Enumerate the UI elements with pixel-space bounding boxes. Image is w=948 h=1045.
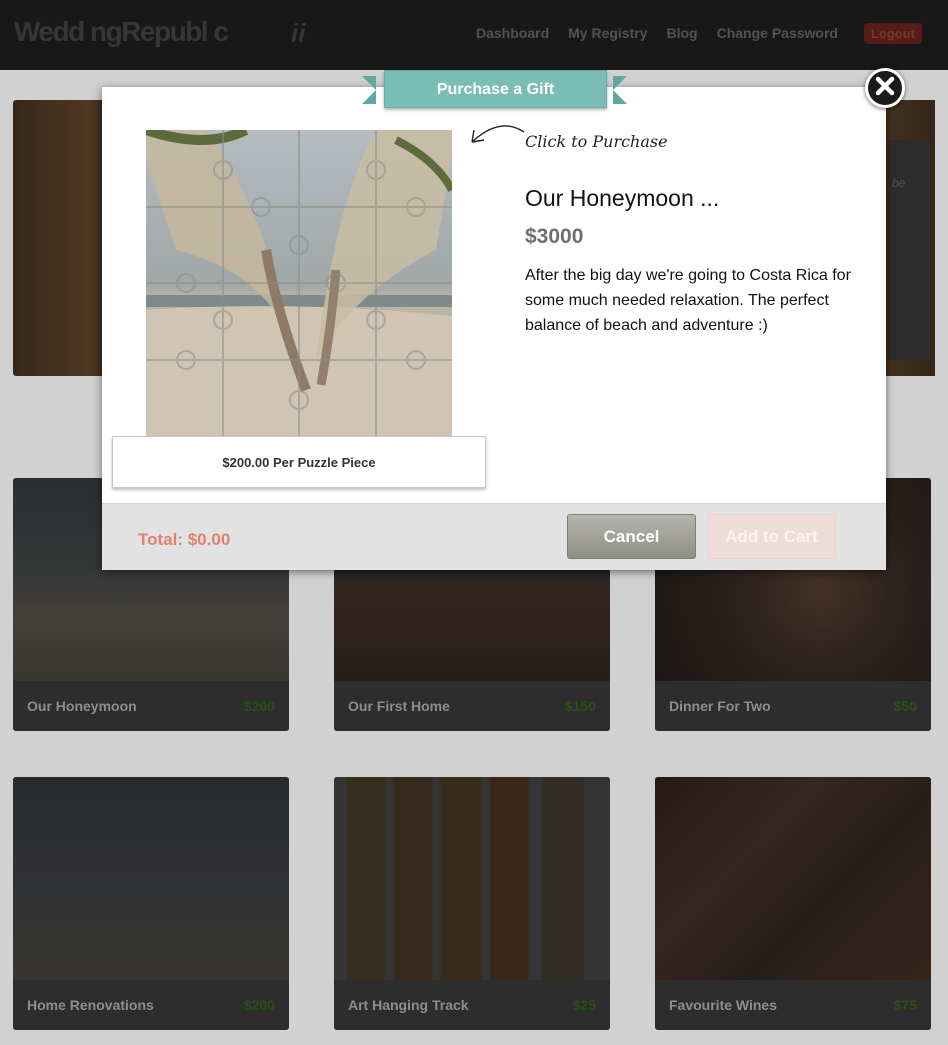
gift-card-footer: Favourite Wines $75 bbox=[655, 980, 931, 1030]
gift-card-footer: Home Renovations $200 bbox=[13, 980, 289, 1030]
gift-card-price: $200 bbox=[243, 698, 275, 714]
gift-card-image bbox=[334, 777, 610, 980]
close-icon bbox=[874, 75, 896, 102]
gift-card-name: Favourite Wines bbox=[669, 997, 778, 1013]
gift-card-price: $50 bbox=[893, 698, 917, 714]
gift-card-favourite-wines[interactable]: Favourite Wines $75 bbox=[655, 777, 931, 1030]
add-to-cart-button[interactable]: Add to Cart bbox=[707, 514, 836, 559]
gift-card-name: Home Renovations bbox=[27, 997, 154, 1013]
puzzle-illustration bbox=[146, 130, 452, 436]
gift-card-price: $200 bbox=[243, 997, 275, 1013]
modal-title-ribbon: Purchase a Gift bbox=[384, 70, 607, 108]
gift-card-name: Dinner For Two bbox=[669, 698, 771, 714]
piece-price-label: $200.00 Per Puzzle Piece bbox=[112, 436, 486, 488]
gift-card-footer: Our Honeymoon $200 bbox=[13, 681, 289, 731]
ribbon-tail-right bbox=[613, 76, 627, 104]
top-navigation-bar: Wedd ngRepubl c ii Dashboard My Registry… bbox=[0, 0, 948, 70]
nav-link-my-registry[interactable]: My Registry bbox=[568, 25, 647, 41]
gift-price: $3000 bbox=[525, 225, 584, 248]
hero-side-inner bbox=[888, 140, 930, 360]
gift-card-price: $25 bbox=[572, 997, 596, 1013]
ribbon-tail-left bbox=[362, 76, 376, 104]
nav-link-dashboard[interactable]: Dashboard bbox=[476, 25, 549, 41]
gift-card-footer: Dinner For Two $50 bbox=[655, 681, 931, 731]
cancel-button[interactable]: Cancel bbox=[567, 514, 696, 559]
nav-links: Dashboard My Registry Blog Change Passwo… bbox=[476, 25, 838, 41]
gift-card-name: Our First Home bbox=[348, 698, 450, 714]
nav-link-change-password[interactable]: Change Password bbox=[717, 25, 838, 41]
site-logo[interactable]: Wedd ngRepubl c bbox=[14, 16, 229, 48]
logout-button[interactable]: Logout bbox=[864, 23, 922, 44]
gift-title: Our Honeymoon ... bbox=[525, 185, 720, 211]
puzzle-gift-image[interactable] bbox=[146, 130, 452, 436]
gift-card-price: $150 bbox=[564, 698, 596, 714]
gift-card-home-renovations[interactable]: Home Renovations $200 bbox=[13, 777, 289, 1030]
gift-card-price: $75 bbox=[893, 997, 917, 1013]
gift-card-name: Art Hanging Track bbox=[348, 997, 469, 1013]
hero-side-text: be bbox=[892, 176, 906, 190]
close-modal-button[interactable] bbox=[865, 68, 905, 108]
nav-link-blog[interactable]: Blog bbox=[666, 25, 697, 41]
gift-card-image bbox=[13, 777, 289, 980]
total-amount: Total: $0.00 bbox=[138, 530, 231, 549]
gift-card-art-hanging-track[interactable]: Art Hanging Track $25 bbox=[334, 777, 610, 1030]
click-to-purchase-hint: Click to Purchase bbox=[525, 132, 668, 151]
gift-description: After the big day we're going to Costa R… bbox=[525, 267, 851, 334]
gift-card-name: Our Honeymoon bbox=[27, 698, 137, 714]
curved-arrow-icon bbox=[471, 125, 525, 143]
gift-card-footer: Our First Home $150 bbox=[334, 681, 610, 731]
gift-card-image bbox=[655, 777, 931, 980]
gift-card-footer: Art Hanging Track $25 bbox=[334, 980, 610, 1030]
logo-mark: ii bbox=[291, 18, 306, 48]
